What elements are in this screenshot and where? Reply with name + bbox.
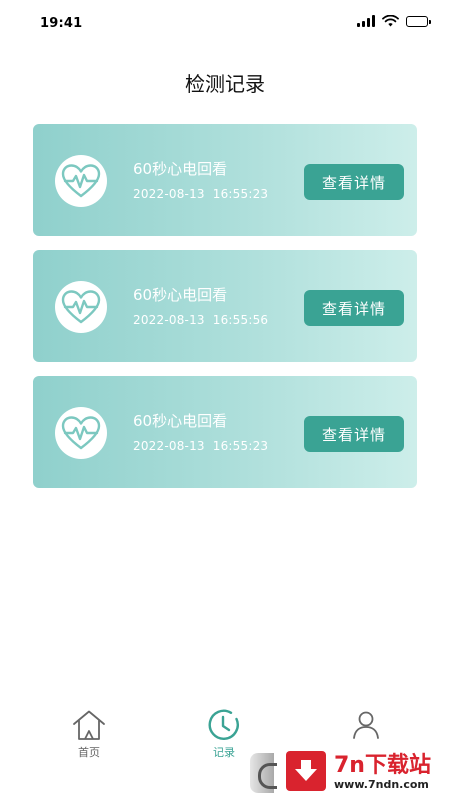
record-list: 60秒心电回看 2022-08-13 16:55:23 查看详情 60秒心电回看… xyxy=(33,124,417,488)
tab-profile[interactable] xyxy=(326,708,406,742)
record-timestamp: 2022-08-13 16:55:23 xyxy=(133,187,269,201)
record-title: 60秒心电回看 xyxy=(133,160,228,178)
clock-icon xyxy=(206,708,242,742)
status-bar: 19:41 xyxy=(0,0,450,44)
record-timestamp: 2022-08-13 16:55:56 xyxy=(133,313,269,327)
wifi-icon xyxy=(382,15,399,27)
battery-icon xyxy=(406,15,431,27)
watermark-tab xyxy=(250,753,277,793)
signal-icon xyxy=(357,15,375,27)
view-details-button[interactable]: 查看详情 xyxy=(304,164,404,200)
heart-ecg-icon xyxy=(55,407,107,459)
user-icon xyxy=(348,708,384,742)
tab-home[interactable]: 首页 xyxy=(49,708,129,760)
watermark-box: 7n下载站 www.7ndn.com xyxy=(278,745,450,800)
status-icons xyxy=(357,15,431,27)
page-title: 检测记录 xyxy=(185,72,265,96)
watermark-url: www.7ndn.com xyxy=(334,778,429,791)
tab-label: 记录 xyxy=(213,746,235,759)
status-time: 19:41 xyxy=(40,16,83,31)
view-details-button[interactable]: 查看详情 xyxy=(304,290,404,326)
watermark-brand: 7n下载站 xyxy=(334,753,431,778)
record-card[interactable]: 60秒心电回看 2022-08-13 16:55:56 查看详情 xyxy=(33,250,417,362)
record-card[interactable]: 60秒心电回看 2022-08-13 16:55:23 查看详情 xyxy=(33,124,417,236)
download-icon xyxy=(286,751,326,791)
tab-label: 首页 xyxy=(78,746,100,759)
heart-ecg-icon xyxy=(55,155,107,207)
heart-ecg-icon xyxy=(55,281,107,333)
view-details-button[interactable]: 查看详情 xyxy=(304,416,404,452)
home-icon xyxy=(71,708,107,742)
watermark: 7n下载站 www.7ndn.com xyxy=(250,745,450,800)
record-title: 60秒心电回看 xyxy=(133,286,228,304)
record-card[interactable]: 60秒心电回看 2022-08-13 16:55:23 查看详情 xyxy=(33,376,417,488)
record-title: 60秒心电回看 xyxy=(133,412,228,430)
record-timestamp: 2022-08-13 16:55:23 xyxy=(133,439,269,453)
